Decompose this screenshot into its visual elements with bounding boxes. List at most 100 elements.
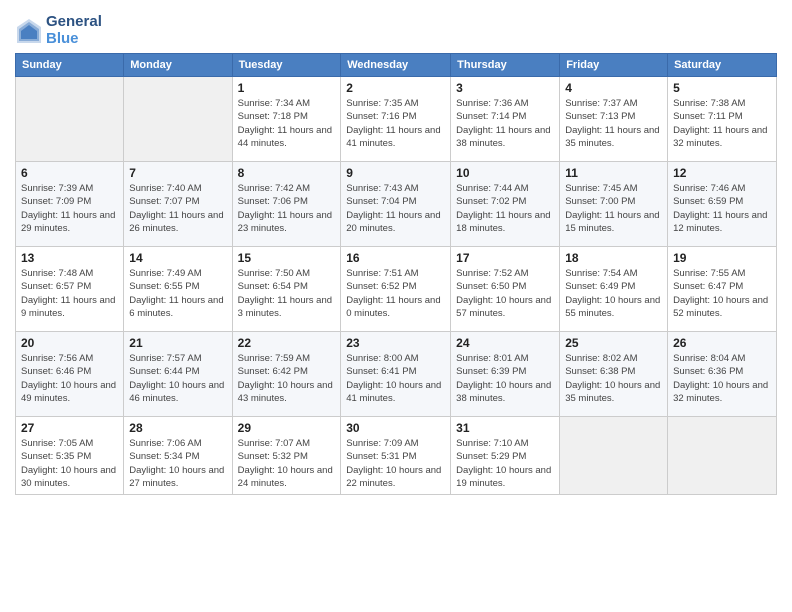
calendar-cell: 12 Sunrise: 7:46 AM Sunset: 6:59 PM Dayli… [668,162,777,247]
calendar-cell: 3 Sunrise: 7:36 AM Sunset: 7:14 PM Daylig… [451,77,560,162]
calendar-cell: 10 Sunrise: 7:44 AM Sunset: 7:02 PM Dayli… [451,162,560,247]
day-number: 3 [456,81,554,95]
day-info: Sunrise: 7:59 AM Sunset: 6:42 PM Dayligh… [238,352,336,405]
day-info: Sunrise: 7:49 AM Sunset: 6:55 PM Dayligh… [129,267,226,320]
day-number: 7 [129,166,226,180]
calendar-cell: 5 Sunrise: 7:38 AM Sunset: 7:11 PM Daylig… [668,77,777,162]
day-number: 10 [456,166,554,180]
day-number: 25 [565,336,662,350]
day-info: Sunrise: 7:43 AM Sunset: 7:04 PM Dayligh… [346,182,445,235]
day-info: Sunrise: 7:51 AM Sunset: 6:52 PM Dayligh… [346,267,445,320]
day-info: Sunrise: 7:56 AM Sunset: 6:46 PM Dayligh… [21,352,118,405]
calendar-cell: 7Sunrise: 7:40 AM Sunset: 7:07 PM Daylig… [124,162,232,247]
day-number: 28 [129,421,226,435]
calendar-cell: 20Sunrise: 7:56 AM Sunset: 6:46 PM Dayli… [16,332,124,417]
week-row: 20Sunrise: 7:56 AM Sunset: 6:46 PM Dayli… [16,332,777,417]
logo: General Blue [15,14,102,47]
day-info: Sunrise: 7:48 AM Sunset: 6:57 PM Dayligh… [21,267,118,320]
day-of-week-header: Tuesday [232,54,341,77]
day-of-week-header: Wednesday [341,54,451,77]
calendar-cell [124,77,232,162]
day-of-week-header: Sunday [16,54,124,77]
day-number: 30 [346,421,445,435]
day-number: 2 [346,81,445,95]
day-info: Sunrise: 7:55 AM Sunset: 6:47 PM Dayligh… [673,267,771,320]
day-number: 11 [565,166,662,180]
calendar-cell: 13 Sunrise: 7:48 AM Sunset: 6:57 PM Dayli… [16,247,124,332]
calendar-cell: 31Sunrise: 7:10 AM Sunset: 5:29 PM Dayli… [451,417,560,495]
week-row: 27 Sunrise: 7:05 AM Sunset: 5:35 PM Dayli… [16,417,777,495]
day-info: Sunrise: 7:44 AM Sunset: 7:02 PM Dayligh… [456,182,554,235]
day-of-week-header: Saturday [668,54,777,77]
days-of-week-row: SundayMondayTuesdayWednesdayThursdayFrid… [16,54,777,77]
calendar-cell: 17 Sunrise: 7:52 AM Sunset: 6:50 PM Dayli… [451,247,560,332]
calendar-cell: 9Sunrise: 7:43 AM Sunset: 7:04 PM Daylig… [341,162,451,247]
day-info: Sunrise: 8:04 AM Sunset: 6:36 PM Dayligh… [673,352,771,405]
day-number: 1 [238,81,336,95]
day-number: 24 [456,336,554,350]
day-number: 18 [565,251,662,265]
day-of-week-header: Friday [560,54,668,77]
day-number: 16 [346,251,445,265]
day-number: 22 [238,336,336,350]
day-number: 21 [129,336,226,350]
day-number: 13 [21,251,118,265]
day-info: Sunrise: 7:39 AM Sunset: 7:09 PM Dayligh… [21,182,118,235]
day-number: 8 [238,166,336,180]
day-info: Sunrise: 7:05 AM Sunset: 5:35 PM Dayligh… [21,437,118,490]
day-info: Sunrise: 7:57 AM Sunset: 6:44 PM Dayligh… [129,352,226,405]
calendar-header: SundayMondayTuesdayWednesdayThursdayFrid… [16,54,777,77]
calendar-cell: 2Sunrise: 7:35 AM Sunset: 7:16 PM Daylig… [341,77,451,162]
day-info: Sunrise: 7:46 AM Sunset: 6:59 PM Dayligh… [673,182,771,235]
day-info: Sunrise: 7:09 AM Sunset: 5:31 PM Dayligh… [346,437,445,490]
day-number: 5 [673,81,771,95]
calendar-cell: 29Sunrise: 7:07 AM Sunset: 5:32 PM Dayli… [232,417,341,495]
day-info: Sunrise: 8:00 AM Sunset: 6:41 PM Dayligh… [346,352,445,405]
day-info: Sunrise: 8:02 AM Sunset: 6:38 PM Dayligh… [565,352,662,405]
calendar-cell: 30 Sunrise: 7:09 AM Sunset: 5:31 PM Dayli… [341,417,451,495]
day-number: 12 [673,166,771,180]
header: General Blue [15,10,777,47]
day-number: 29 [238,421,336,435]
calendar-cell: 27 Sunrise: 7:05 AM Sunset: 5:35 PM Dayli… [16,417,124,495]
calendar-cell: 21 Sunrise: 7:57 AM Sunset: 6:44 PM Dayli… [124,332,232,417]
calendar-cell: 25 Sunrise: 8:02 AM Sunset: 6:38 PM Dayli… [560,332,668,417]
calendar-cell [16,77,124,162]
day-number: 14 [129,251,226,265]
day-number: 27 [21,421,118,435]
week-row: 1 Sunrise: 7:34 AM Sunset: 7:18 PM Daylig… [16,77,777,162]
day-number: 23 [346,336,445,350]
logo-icon [15,17,43,45]
calendar-cell: 14 Sunrise: 7:49 AM Sunset: 6:55 PM Dayli… [124,247,232,332]
calendar-cell: 24 Sunrise: 8:01 AM Sunset: 6:39 PM Dayli… [451,332,560,417]
calendar-cell: 23 Sunrise: 8:00 AM Sunset: 6:41 PM Dayli… [341,332,451,417]
day-number: 19 [673,251,771,265]
calendar-cell: 11 Sunrise: 7:45 AM Sunset: 7:00 PM Dayli… [560,162,668,247]
day-info: Sunrise: 7:50 AM Sunset: 6:54 PM Dayligh… [238,267,336,320]
calendar-cell: 18 Sunrise: 7:54 AM Sunset: 6:49 PM Dayli… [560,247,668,332]
day-info: Sunrise: 7:42 AM Sunset: 7:06 PM Dayligh… [238,182,336,235]
calendar-cell [560,417,668,495]
day-of-week-header: Thursday [451,54,560,77]
day-info: Sunrise: 7:45 AM Sunset: 7:00 PM Dayligh… [565,182,662,235]
day-info: Sunrise: 7:06 AM Sunset: 5:34 PM Dayligh… [129,437,226,490]
day-of-week-header: Monday [124,54,232,77]
calendar-cell: 26 Sunrise: 8:04 AM Sunset: 6:36 PM Dayli… [668,332,777,417]
calendar-cell: 15 Sunrise: 7:50 AM Sunset: 6:54 PM Dayli… [232,247,341,332]
day-number: 17 [456,251,554,265]
day-info: Sunrise: 7:34 AM Sunset: 7:18 PM Dayligh… [238,97,336,150]
day-info: Sunrise: 7:54 AM Sunset: 6:49 PM Dayligh… [565,267,662,320]
page-container: General Blue SundayMondayTuesdayWednesda… [0,0,792,505]
day-number: 15 [238,251,336,265]
day-info: Sunrise: 8:01 AM Sunset: 6:39 PM Dayligh… [456,352,554,405]
day-info: Sunrise: 7:38 AM Sunset: 7:11 PM Dayligh… [673,97,771,150]
calendar-cell: 8 Sunrise: 7:42 AM Sunset: 7:06 PM Daylig… [232,162,341,247]
logo-text: General Blue [46,14,102,47]
day-info: Sunrise: 7:36 AM Sunset: 7:14 PM Dayligh… [456,97,554,150]
calendar-cell: 4Sunrise: 7:37 AM Sunset: 7:13 PM Daylig… [560,77,668,162]
day-number: 26 [673,336,771,350]
calendar-cell: 28 Sunrise: 7:06 AM Sunset: 5:34 PM Dayli… [124,417,232,495]
calendar-body: 1 Sunrise: 7:34 AM Sunset: 7:18 PM Daylig… [16,77,777,495]
day-info: Sunrise: 7:37 AM Sunset: 7:13 PM Dayligh… [565,97,662,150]
day-info: Sunrise: 7:52 AM Sunset: 6:50 PM Dayligh… [456,267,554,320]
